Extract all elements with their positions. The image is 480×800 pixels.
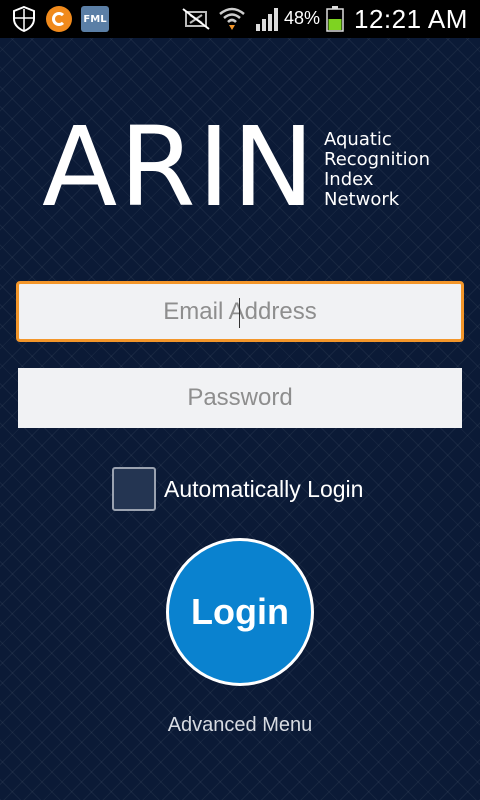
wifi-icon bbox=[219, 7, 245, 30]
logo-subtitle-line: Network bbox=[324, 189, 400, 210]
app-logo-subtitle: Aquatic Recognition Index Network bbox=[324, 130, 430, 210]
login-screen: FML 48% 12:21 AM ARIN Aquatic Recognitio… bbox=[0, 0, 480, 800]
shield-icon bbox=[13, 6, 35, 32]
signal-icon bbox=[256, 8, 278, 31]
text-cursor bbox=[239, 298, 240, 328]
status-bar: FML 48% 12:21 AM bbox=[0, 0, 480, 38]
battery-icon bbox=[326, 6, 344, 32]
logo-subtitle-line: Aquatic bbox=[324, 129, 392, 150]
logo-subtitle-line: Index bbox=[324, 169, 374, 190]
advanced-menu-link[interactable]: Advanced Menu bbox=[0, 714, 480, 737]
app-logo-title: ARIN bbox=[42, 103, 317, 231]
fml-app-icon: FML bbox=[81, 6, 109, 32]
battery-percent: 48% bbox=[284, 8, 321, 28]
mute-icon bbox=[182, 8, 210, 30]
password-field[interactable] bbox=[18, 368, 462, 428]
logo-subtitle-line: Recognition bbox=[324, 149, 430, 170]
circle-app-icon bbox=[46, 6, 72, 32]
email-field[interactable] bbox=[16, 281, 464, 342]
login-button[interactable]: Login bbox=[166, 538, 314, 686]
clock: 12:21 AM bbox=[354, 4, 468, 34]
auto-login-label[interactable]: Automatically Login bbox=[164, 476, 363, 503]
auto-login-checkbox[interactable] bbox=[112, 467, 156, 511]
